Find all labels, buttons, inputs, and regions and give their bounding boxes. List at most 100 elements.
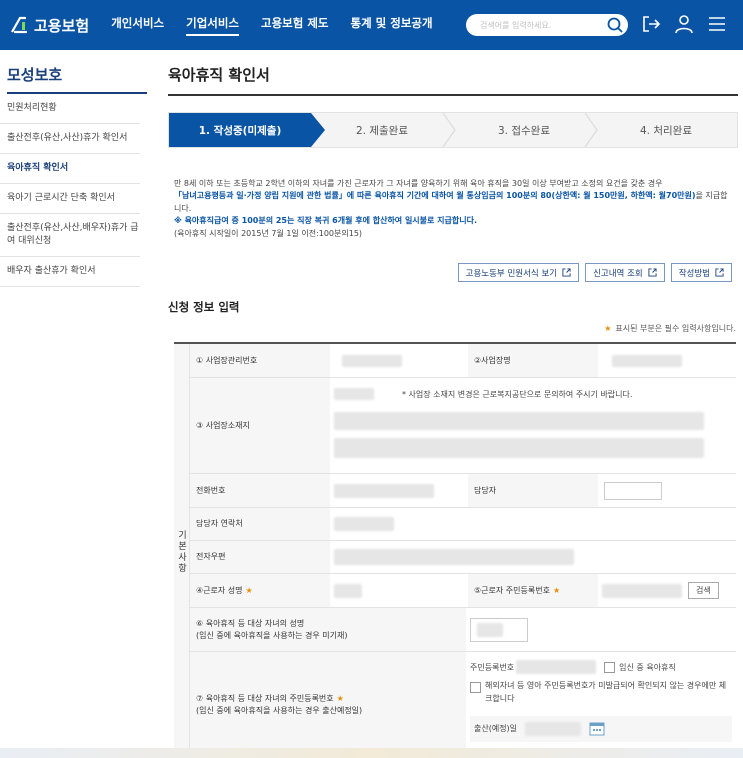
- external-link-icon: [715, 268, 724, 277]
- child-name-text: ⑥ 육아휴직 등 대상 자녀의 성명: [196, 618, 305, 628]
- step-drafting: 1. 작성중(미제출): [169, 113, 325, 147]
- sidebar-title: 모성보호: [7, 64, 147, 94]
- rrn-field-label: 주민등록번호: [470, 662, 515, 672]
- form-row: 담당자 연락처: [190, 508, 736, 541]
- desc-line-1: 만 8세 이하 또는 초등학교 2학년 이하의 자녀를 가진 근로자가 그 자녀…: [174, 179, 663, 188]
- desc-highlight: 「남녀고용평등과 일·가정 양립 지원에 관한 법률」에 따른 육아휴직 기간에…: [174, 191, 696, 201]
- pregnant-checkbox[interactable]: [604, 661, 616, 673]
- redacted-value: [334, 549, 574, 565]
- nav-insurance-system[interactable]: 고용보험 제도: [261, 15, 328, 36]
- required-star: ★: [336, 693, 344, 703]
- progress-steps: 1. 작성중(미제출) 2. 제출완료 3. 접수완료 4. 처리완료: [168, 112, 738, 148]
- worker-name-text: ④근로자 성명: [196, 585, 243, 595]
- step-label: 4. 처리완료: [640, 124, 692, 137]
- search-icon[interactable]: [606, 16, 624, 34]
- worker-search-button[interactable]: 검색: [688, 582, 719, 599]
- sidebar-item-spouse-leave[interactable]: 배우자 출산휴가 확인서: [0, 257, 140, 288]
- sidebar: 모성보호 민원처리현황 출산전후(유산,사산)휴가 확인서 육아휴직 확인서 육…: [0, 50, 148, 288]
- address-note: * 사업장 소재지 변경은 근로복지공단으로 문의하여 주시기 바랍니다.: [402, 389, 633, 399]
- step-submitted: 2. 제출완료: [311, 113, 456, 147]
- user-icon[interactable]: [673, 13, 695, 35]
- report-history-button[interactable]: 신고내역 조회: [585, 263, 665, 282]
- due-date-input[interactable]: [525, 721, 582, 736]
- sidebar-item-reduced-hours[interactable]: 육아기 근로시간 단축 확인서: [0, 184, 140, 215]
- how-to-write-button[interactable]: 작성방법: [670, 263, 732, 282]
- nav-statistics[interactable]: 통계 및 정보공개: [351, 15, 433, 36]
- sidebar-item-complaint-status[interactable]: 민원처리현황: [0, 94, 140, 125]
- step-processed: 4. 처리완료: [595, 113, 737, 147]
- bottom-strip: [0, 748, 743, 758]
- address-line-2[interactable]: [334, 438, 704, 458]
- child-rrn-title: ⑦ 육아휴직 등 대상 자녀의 주민등록번호 ★: [196, 693, 344, 705]
- phone-label: 전화번호: [190, 474, 330, 507]
- required-note: ★ 표시된 부분은 필수 입력사항입니다.: [604, 323, 736, 334]
- description: 만 8세 이하 또는 초등학교 2학년 이하의 자녀를 가진 근로자가 그 자녀…: [174, 178, 734, 240]
- nav-personal-service[interactable]: 개인서비스: [111, 15, 164, 36]
- required-star: ★: [604, 324, 612, 333]
- menu-icon[interactable]: [706, 13, 728, 35]
- button-label: 고용노동부 민원서식 보기: [465, 268, 558, 279]
- group-label-text: 기본사항: [176, 530, 186, 574]
- manager-contact-value[interactable]: [330, 508, 736, 540]
- nav-business-service[interactable]: 기업서비스: [186, 15, 240, 36]
- sidebar-item-maternity-leave[interactable]: 출산전후(유산,사산)휴가 확인서: [0, 124, 140, 155]
- worker-name-value[interactable]: [330, 574, 468, 607]
- email-label: 전자우편: [190, 541, 330, 573]
- desc-line-2: 「남녀고용평등과 일·가정 양립 지원에 관한 법률」에 따른 육아휴직 기간에…: [174, 190, 734, 215]
- external-link-icon: [648, 268, 657, 277]
- form-row: ⑦ 육아휴직 등 대상 자녀의 주민등록번호 ★ (임신 중에 육아휴직을 사용하…: [190, 652, 736, 757]
- child-name-input[interactable]: [470, 617, 528, 642]
- step-label: 2. 제출완료: [356, 124, 408, 137]
- step-label: 3. 접수완료: [498, 124, 550, 137]
- section-title: 신청 정보 입력: [168, 300, 240, 314]
- rrn-row: 주민등록번호 임신 중 육아휴직: [470, 660, 676, 674]
- main-content: 육아휴직 확인서 1. 작성중(미제출) 2. 제출완료 3. 접수완료 4. …: [168, 50, 738, 758]
- form-row: ③ 사업장소재지 * 사업장 소재지 변경은 근로복지공단으로 문의하여 주시기…: [190, 378, 736, 474]
- biz-no-value[interactable]: [330, 344, 468, 377]
- form-row: ① 사업장관리번호 ②사업장명: [190, 344, 736, 378]
- group-label-basic: 기본사항: [174, 344, 190, 758]
- site-logo[interactable]: 고용보험: [8, 14, 89, 36]
- form-row: 전자우편: [190, 541, 736, 574]
- view-forms-button[interactable]: 고용노동부 민원서식 보기: [457, 263, 580, 282]
- biz-name-value[interactable]: [598, 344, 736, 377]
- child-rrn-label: ⑦ 육아휴직 등 대상 자녀의 주민등록번호 ★ (임신 중에 육아휴직을 사용하…: [190, 652, 466, 757]
- application-form: 기본사항 ① 사업장관리번호 ②사업장명 ③ 사업장소재지 * 사업장 소재지 …: [174, 342, 736, 758]
- action-buttons: 고용노동부 민원서식 보기 신고내역 조회 작성방법: [452, 263, 732, 282]
- manager-input[interactable]: [604, 481, 662, 500]
- sidebar-item-parental-leave[interactable]: 육아휴직 확인서: [0, 154, 140, 185]
- child-rrn-value: 주민등록번호 임신 중 육아휴직 해외자녀 등 영아 주민등록번호가 미발급되어…: [466, 652, 736, 757]
- address-line-1[interactable]: [334, 412, 704, 430]
- redacted-value: [334, 583, 362, 598]
- child-name-label: ⑥ 육아휴직 등 대상 자녀의 성명 (임신 중에 육아휴직을 사용하는 경우 …: [190, 608, 466, 651]
- form-row: ④근로자 성명 ★ ⑤근로자 주민등록번호 ★ 검색: [190, 574, 736, 608]
- calendar-icon[interactable]: [589, 722, 605, 736]
- external-link-icon: [562, 268, 571, 277]
- desc-line-4: (육아휴직 시작일이 2015년 7월 1일 이전:100분의15): [174, 228, 363, 238]
- required-star: ★: [245, 585, 253, 595]
- due-date-label: 출산(예정)일: [474, 724, 518, 734]
- sidebar-item-subrogation[interactable]: 출산전후(유산,사산,배우자)휴가 급여 대위신청: [0, 214, 140, 258]
- logo-text: 고용보험: [34, 16, 90, 35]
- manager-value: [598, 474, 736, 507]
- biz-name-label: ②사업장명: [468, 344, 598, 377]
- redacted-value: [602, 583, 682, 598]
- logout-icon[interactable]: [640, 13, 662, 35]
- button-label: 작성방법: [678, 268, 710, 279]
- top-header: 고용보험 개인서비스 기업서비스 고용보험 제도 통계 및 정보공개: [0, 0, 743, 50]
- desc-line-3: ※ 육아휴직급여 중 100분의 25는 직장 복귀 6개월 후에 합산하여 일…: [174, 216, 478, 226]
- redacted-value: [334, 483, 434, 498]
- manager-contact-label: 담당자 연락처: [190, 508, 330, 540]
- search-input[interactable]: [480, 20, 600, 30]
- worker-rrn-label: ⑤근로자 주민등록번호 ★: [468, 574, 598, 607]
- main-nav: 개인서비스 기업서비스 고용보험 제도 통계 및 정보공개: [111, 15, 454, 36]
- overseas-checkbox[interactable]: [470, 682, 481, 693]
- phone-value[interactable]: [330, 474, 468, 507]
- form-row: 전화번호 담당자: [190, 474, 736, 508]
- button-label: 신고내역 조회: [593, 268, 643, 279]
- worker-name-label: ④근로자 성명 ★: [190, 574, 330, 607]
- child-rrn-text: ⑦ 육아휴직 등 대상 자녀의 주민등록번호: [196, 693, 334, 703]
- biz-no-label: ① 사업장관리번호: [190, 344, 330, 377]
- rrn-input[interactable]: [516, 660, 597, 674]
- email-value[interactable]: [330, 541, 736, 573]
